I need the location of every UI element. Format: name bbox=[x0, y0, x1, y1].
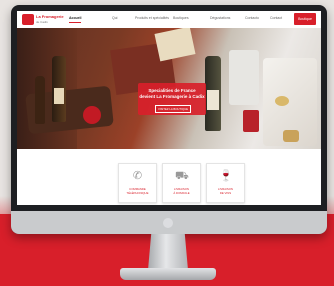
hero-title: Specialities de France devient La Fromag… bbox=[138, 88, 206, 99]
boutique-button[interactable]: Boutique bbox=[294, 13, 316, 25]
monitor-foot bbox=[120, 268, 216, 280]
wine-icon: 🍷 bbox=[219, 170, 233, 182]
hero-overlay: Specialities de France devient La Fromag… bbox=[138, 83, 206, 115]
monitor-stand bbox=[148, 234, 188, 270]
card-label: COMMANDE TÉLÉPHONIQUE bbox=[121, 187, 154, 195]
card-wine-delivery[interactable]: 🍷 LIVRAISON DE VINS bbox=[206, 163, 245, 203]
website-screen: La Fromagerie de Cadix Accueil Qui Produ… bbox=[17, 11, 321, 205]
bottle-small-image bbox=[35, 76, 45, 124]
phone-icon: ✆ bbox=[132, 170, 143, 182]
bottle-right-label-image bbox=[207, 90, 219, 110]
logo-subtitle: de Cadix bbox=[36, 20, 48, 24]
card-label: LIVRAISON À DOMICILE bbox=[165, 187, 198, 195]
logo-icon[interactable] bbox=[22, 14, 34, 25]
monitor: La Fromagerie de Cadix Accueil Qui Produ… bbox=[11, 5, 327, 234]
card-phone-order[interactable]: ✆ COMMANDE TÉLÉPHONIQUE bbox=[118, 163, 157, 203]
card-home-delivery[interactable]: ⛟ LIVRAISON À DOMICILE bbox=[162, 163, 201, 203]
truck-icon: ⛟ bbox=[175, 170, 189, 182]
hero-banner: Specialities de France devient La Fromag… bbox=[17, 28, 321, 149]
hero-title-line1: Specialities de France bbox=[148, 88, 196, 93]
monitor-chin bbox=[11, 211, 327, 234]
bottle-label-image bbox=[54, 88, 64, 104]
jar-image bbox=[229, 50, 259, 105]
nav-item-accueil[interactable]: Accueil bbox=[69, 16, 82, 23]
apple-logo-icon bbox=[163, 218, 173, 228]
cookie-box-image bbox=[283, 130, 299, 142]
paper-wrap-image bbox=[154, 28, 196, 62]
nav-item-contacto[interactable]: Contacto bbox=[245, 16, 259, 20]
top-navigation: La Fromagerie de Cadix Accueil Qui Produ… bbox=[17, 11, 321, 29]
nav-item-produits[interactable]: Produits et spécialités bbox=[135, 16, 169, 20]
card-label-line2: DE VINS bbox=[219, 190, 232, 195]
red-ornament-image bbox=[83, 106, 101, 124]
feature-cards: ✆ COMMANDE TÉLÉPHONIQUE ⛟ LIVRAISON À DO… bbox=[17, 149, 321, 205]
hero-title-line2: devient La Fromagerie à Cadix bbox=[139, 93, 205, 99]
logo-title[interactable]: La Fromagerie bbox=[36, 14, 64, 19]
card-label-line2: TÉLÉPHONIQUE bbox=[126, 190, 149, 195]
card-label: LIVRAISON DE VINS bbox=[209, 187, 242, 195]
nav-item-degustations[interactable]: Dégustations bbox=[210, 16, 230, 20]
tin-box-image bbox=[243, 110, 259, 132]
hero-cta-button[interactable]: VISITEZ LA BOUTIQUE bbox=[155, 105, 191, 113]
nav-item-boutiques[interactable]: Boutiques bbox=[173, 16, 189, 20]
nav-item-qui[interactable]: Qui bbox=[112, 16, 117, 20]
card-label-line2: À DOMICILE bbox=[173, 190, 190, 195]
nav-item-contact[interactable]: Contact bbox=[270, 16, 282, 20]
cheese-image bbox=[275, 96, 289, 106]
